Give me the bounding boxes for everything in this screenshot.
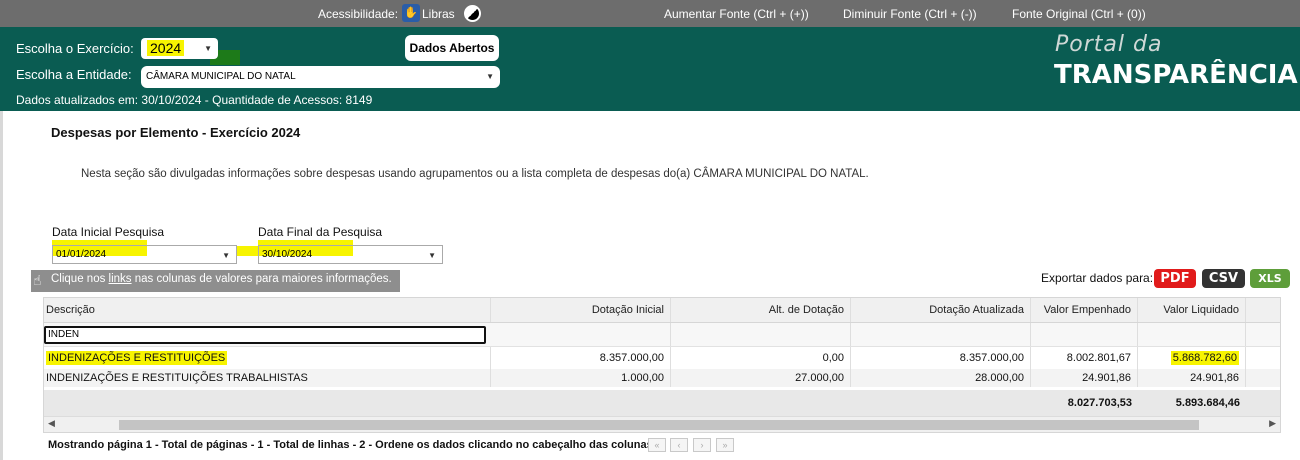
table-totals-row: 8.027.703,53 5.893.684,46 [44,390,1280,416]
chevron-down-icon: ▼ [204,44,212,53]
pagination-info: Mostrando página 1 - Total de páginas - … [48,439,656,451]
table-row: INDENIZAÇÕES E RESTITUIÇÕES TRABALHISTAS… [44,369,1280,387]
row-descricao[interactable]: INDENIZAÇÕES E RESTITUIÇÕES [44,347,491,369]
total-valor-liquidado: 5.893.684,46 [1175,397,1240,409]
data-final-value: 30/10/2024 [262,249,313,260]
row-dotacao-atualizada[interactable]: 28.000,00 [851,369,1031,387]
first-page-button[interactable]: « [648,438,666,452]
data-inicial-value: 01/01/2024 [56,249,107,260]
accessibility-bar: Acessibilidade: ✋ Libras Aumentar Fonte (… [0,0,1300,27]
filter-cell [851,323,1031,346]
contrast-icon[interactable] [464,5,481,22]
export-label: Exportar dados para: [1041,271,1154,285]
aumentar-fonte-link[interactable]: Aumentar Fonte (Ctrl + (+)) [664,7,809,21]
highlight-mark [236,246,258,256]
entidade-label: Escolha a Entidade: [16,67,132,82]
column-header-alt-dotacao[interactable]: Alt. de Dotação [671,298,851,322]
logo-portal-text: Portal da [1055,32,1163,57]
last-page-button[interactable]: » [716,438,734,452]
exercicio-value: 2024 [147,40,185,56]
data-final-input[interactable]: 30/10/2024 ▼ [258,245,443,264]
data-final-label: Data Final da Pesquisa [258,225,383,239]
fonte-original-link[interactable]: Fonte Original (Ctrl + (0)) [1012,7,1146,21]
row-valor-liquidado[interactable]: 5.868.782,60 [1138,347,1246,369]
row-dotacao-atualizada[interactable]: 8.357.000,00 [851,347,1031,369]
column-header-valor-empenhado[interactable]: Valor Empenhado [1031,298,1138,322]
filter-cell [491,323,671,346]
hint-text-pre: Clique nos [51,273,109,285]
descricao-filter-input[interactable]: INDEN [44,326,486,344]
entidade-select[interactable]: CÂMARA MUNICIPAL DO NATAL ▼ [141,66,500,88]
row-valor-empenhado[interactable]: 8.002.801,67 [1031,347,1138,369]
export-csv-button[interactable]: CSV [1202,269,1245,288]
table-filter-row: INDEN [44,323,1280,347]
row-dotacao-inicial[interactable]: 8.357.000,00 [491,347,671,369]
section-description: Nesta seção são divulgadas informações s… [81,168,869,180]
export-xls-button[interactable]: XLS [1250,269,1290,288]
chevron-down-icon: ▼ [222,251,230,260]
acessibilidade-label: Acessibilidade: [318,7,399,21]
hint-links-word: links [108,273,132,285]
scroll-left-icon[interactable]: ◀ [48,418,55,429]
data-inicial-label: Data Inicial Pesquisa [52,225,165,239]
despesas-table: Descrição Dotação Inicial Alt. de Dotaçã… [43,297,1281,433]
left-edge [0,111,3,460]
logo-transparencia-text: TRANSPARÊNCIA [1054,60,1298,90]
entidade-value: CÂMARA MUNICIPAL DO NATAL [146,71,296,82]
prev-page-button[interactable]: ‹ [670,438,688,452]
column-header-descricao[interactable]: Descrição [44,298,491,322]
export-pdf-button[interactable]: PDF [1154,269,1196,288]
scroll-right-icon[interactable]: ▶ [1269,418,1276,429]
exercicio-select[interactable]: 2024 ▼ [141,38,218,59]
updated-info: Dados atualizados em: 30/10/2024 - Quant… [16,93,373,107]
column-header-dotacao-atualizada[interactable]: Dotação Atualizada [851,298,1031,322]
hint-text-post: nas colunas de valores para maiores info… [131,273,392,285]
scrollbar-thumb[interactable] [119,420,1199,430]
page-title: Despesas por Elemento - Exercício 2024 [51,125,301,140]
row-dotacao-inicial[interactable]: 1.000,00 [491,369,671,387]
next-page-button[interactable]: › [693,438,711,452]
row-valor-liquidado-text: 5.868.782,60 [1170,351,1239,365]
filter-cell [1138,323,1246,346]
row-alt-dotacao[interactable]: 27.000,00 [671,369,851,387]
filter-cell [1031,323,1138,346]
diminuir-fonte-link[interactable]: Diminuir Fonte (Ctrl + (-)) [843,7,977,21]
row-descricao[interactable]: INDENIZAÇÕES E RESTITUIÇÕES TRABALHISTAS [44,369,491,387]
links-hint: ☝ Clique nos links nas colunas de valore… [31,270,400,292]
column-header-valor-liquidado[interactable]: Valor Liquidado [1138,298,1246,322]
site-header: Escolha o Exercício: 2024 ▼ Dados Aberto… [0,27,1300,111]
hand-pointer-icon: ☝ [33,272,42,288]
chevron-down-icon: ▼ [428,251,436,260]
libras-hands-icon: ✋ [402,3,420,22]
total-valor-empenhado: 8.027.703,53 [1067,397,1132,409]
column-header-dotacao-inicial[interactable]: Dotação Inicial [491,298,671,322]
row-valor-liquidado[interactable]: 24.901,86 [1138,369,1246,387]
row-valor-empenhado[interactable]: 24.901,86 [1031,369,1138,387]
filter-cell [671,323,851,346]
chevron-down-icon: ▼ [486,72,494,81]
libras-label: Libras [422,7,455,21]
table-header-row: Descrição Dotação Inicial Alt. de Dotaçã… [44,298,1280,323]
exercicio-label: Escolha o Exercício: [16,41,134,56]
libras-link[interactable]: ✋ Libras [400,3,455,22]
row-alt-dotacao[interactable]: 0,00 [671,347,851,369]
horizontal-scrollbar[interactable]: ◀ ▶ [44,416,1280,432]
dados-abertos-button[interactable]: Dados Abertos [405,35,499,61]
data-inicial-input[interactable]: 01/01/2024 ▼ [52,245,237,264]
table-row: INDENIZAÇÕES E RESTITUIÇÕES 8.357.000,00… [44,347,1280,369]
row-descricao-text: INDENIZAÇÕES E RESTITUIÇÕES [46,351,228,365]
